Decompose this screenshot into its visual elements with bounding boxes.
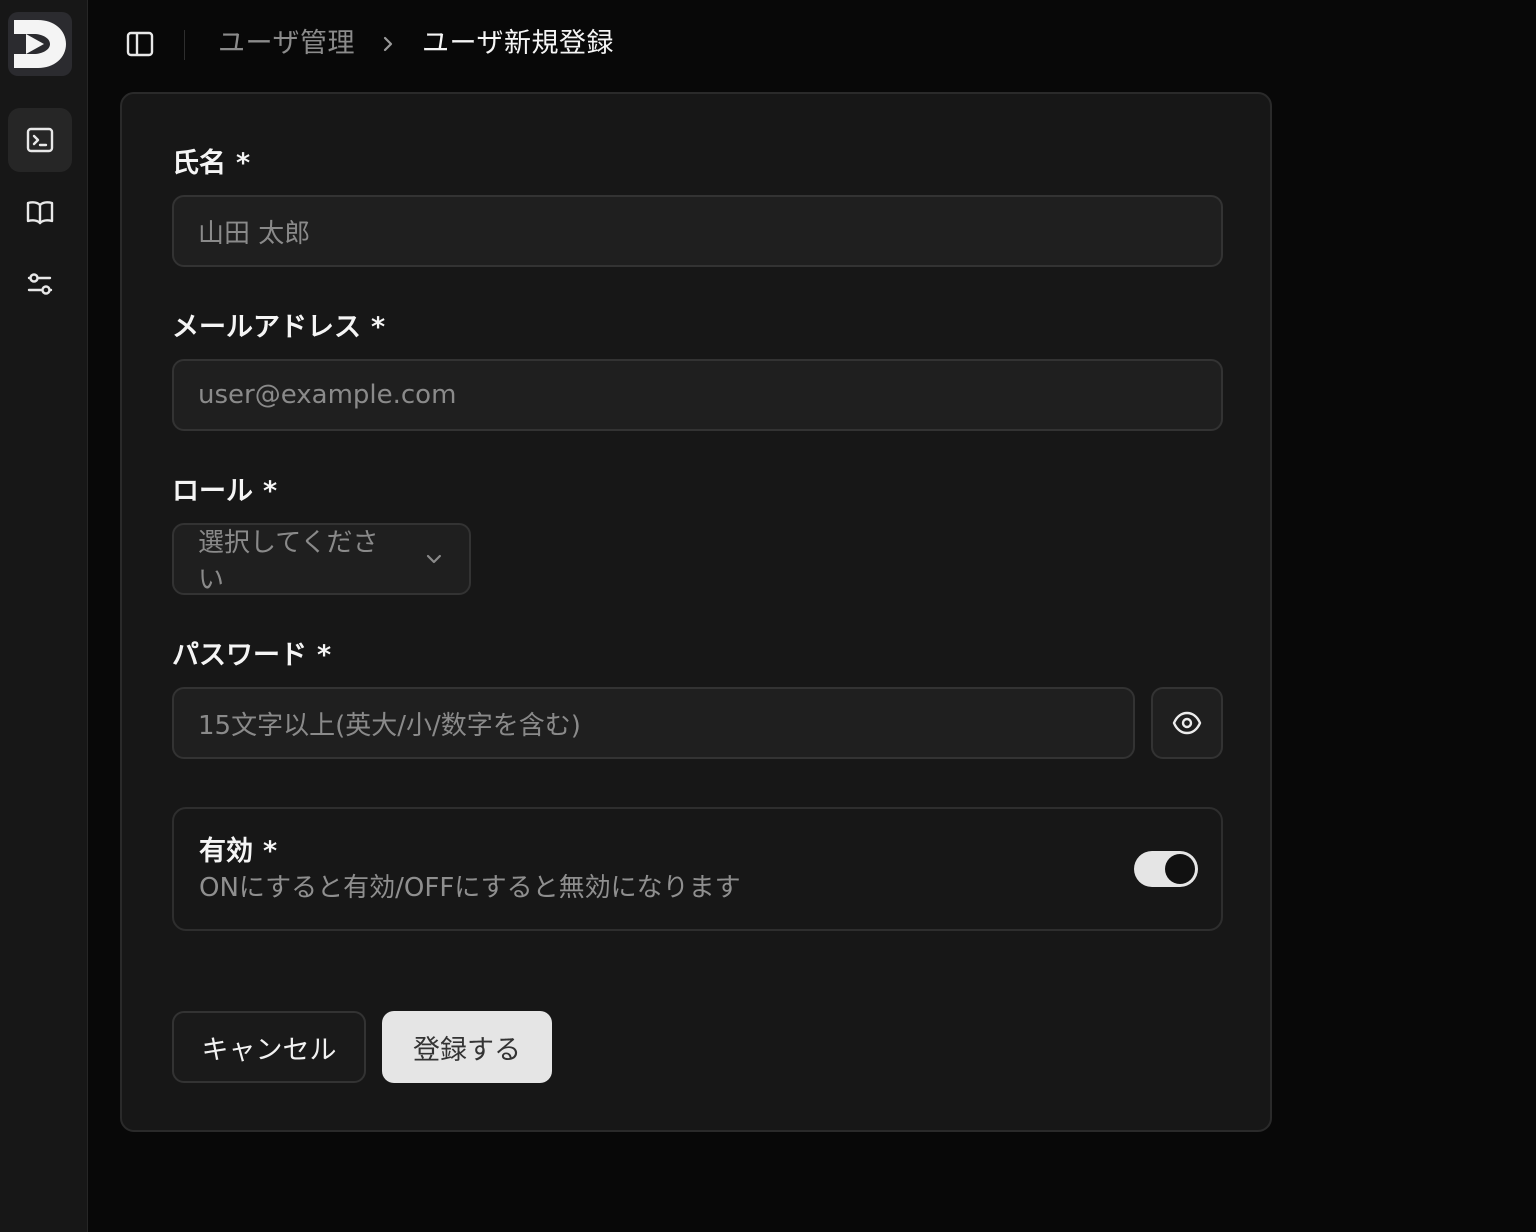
name-input-placeholder: 山田 太郎 (198, 218, 311, 249)
active-toggle-switch[interactable] (1134, 851, 1198, 887)
user-create-form: 氏名 * 山田 太郎 メールアドレス * user@example.com ロール *… (120, 92, 1272, 1132)
toggle-sidebar-button[interactable] (118, 22, 162, 66)
chevron-down-icon (427, 554, 442, 564)
required-mark: * (263, 836, 278, 867)
sidebar-item-settings[interactable] (8, 252, 72, 316)
role-label-text: ロール (172, 476, 253, 507)
role-label: ロール * (172, 474, 277, 510)
topbar: ユーザ管理 ユーザ新規登録 (88, 0, 1536, 88)
sliders-icon (27, 273, 53, 295)
sidebar-item-terminal[interactable] (8, 108, 72, 172)
breadcrumb-current: ユーザ新規登録 (422, 28, 614, 59)
name-label-text: 氏名 (172, 148, 226, 179)
email-input-placeholder: user@example.com (198, 380, 457, 410)
required-mark: * (371, 312, 386, 343)
sidebar (0, 0, 88, 1232)
required-mark: * (317, 640, 332, 671)
active-label-text: 有効 (199, 836, 253, 867)
toggle-knob (1165, 854, 1195, 884)
submit-button[interactable]: 登録する (382, 1011, 552, 1083)
sidebar-item-docs[interactable] (8, 180, 72, 244)
book-icon (26, 201, 54, 225)
breadcrumb-parent[interactable]: ユーザ管理 (218, 26, 355, 62)
required-mark: * (236, 148, 251, 179)
password-label: パスワード * (172, 638, 331, 674)
role-select-placeholder: 選択してください (198, 528, 379, 595)
sidebar-toggle-icon (126, 31, 154, 57)
chevron-right-icon (383, 36, 393, 52)
terminal-icon (26, 127, 54, 153)
email-input[interactable]: user@example.com (172, 359, 1223, 431)
email-label: メールアドレス * (172, 310, 385, 346)
role-select[interactable]: 選択してください (172, 523, 471, 595)
active-description: ONにすると有効/OFFにすると無効になります (199, 873, 741, 903)
email-label-text: メールアドレス (172, 312, 361, 343)
app-logo[interactable] (8, 12, 72, 76)
password-label-text: パスワード (172, 640, 307, 671)
topbar-divider (184, 30, 185, 60)
cancel-button[interactable]: キャンセル (172, 1011, 366, 1083)
show-password-button[interactable] (1151, 687, 1223, 759)
password-input[interactable]: 15文字以上(英大/小/数字を含む) (172, 687, 1135, 759)
password-input-placeholder: 15文字以上(英大/小/数字を含む) (198, 710, 581, 741)
d-play-logo-icon (14, 20, 66, 68)
active-setting: 有効 * ONにすると有効/OFFにすると無効になります (172, 807, 1223, 931)
name-input[interactable]: 山田 太郎 (172, 195, 1223, 267)
eye-icon (1172, 711, 1202, 735)
name-label: 氏名 * (172, 146, 250, 182)
required-mark: * (263, 476, 278, 507)
active-label: 有効 * (199, 829, 277, 868)
